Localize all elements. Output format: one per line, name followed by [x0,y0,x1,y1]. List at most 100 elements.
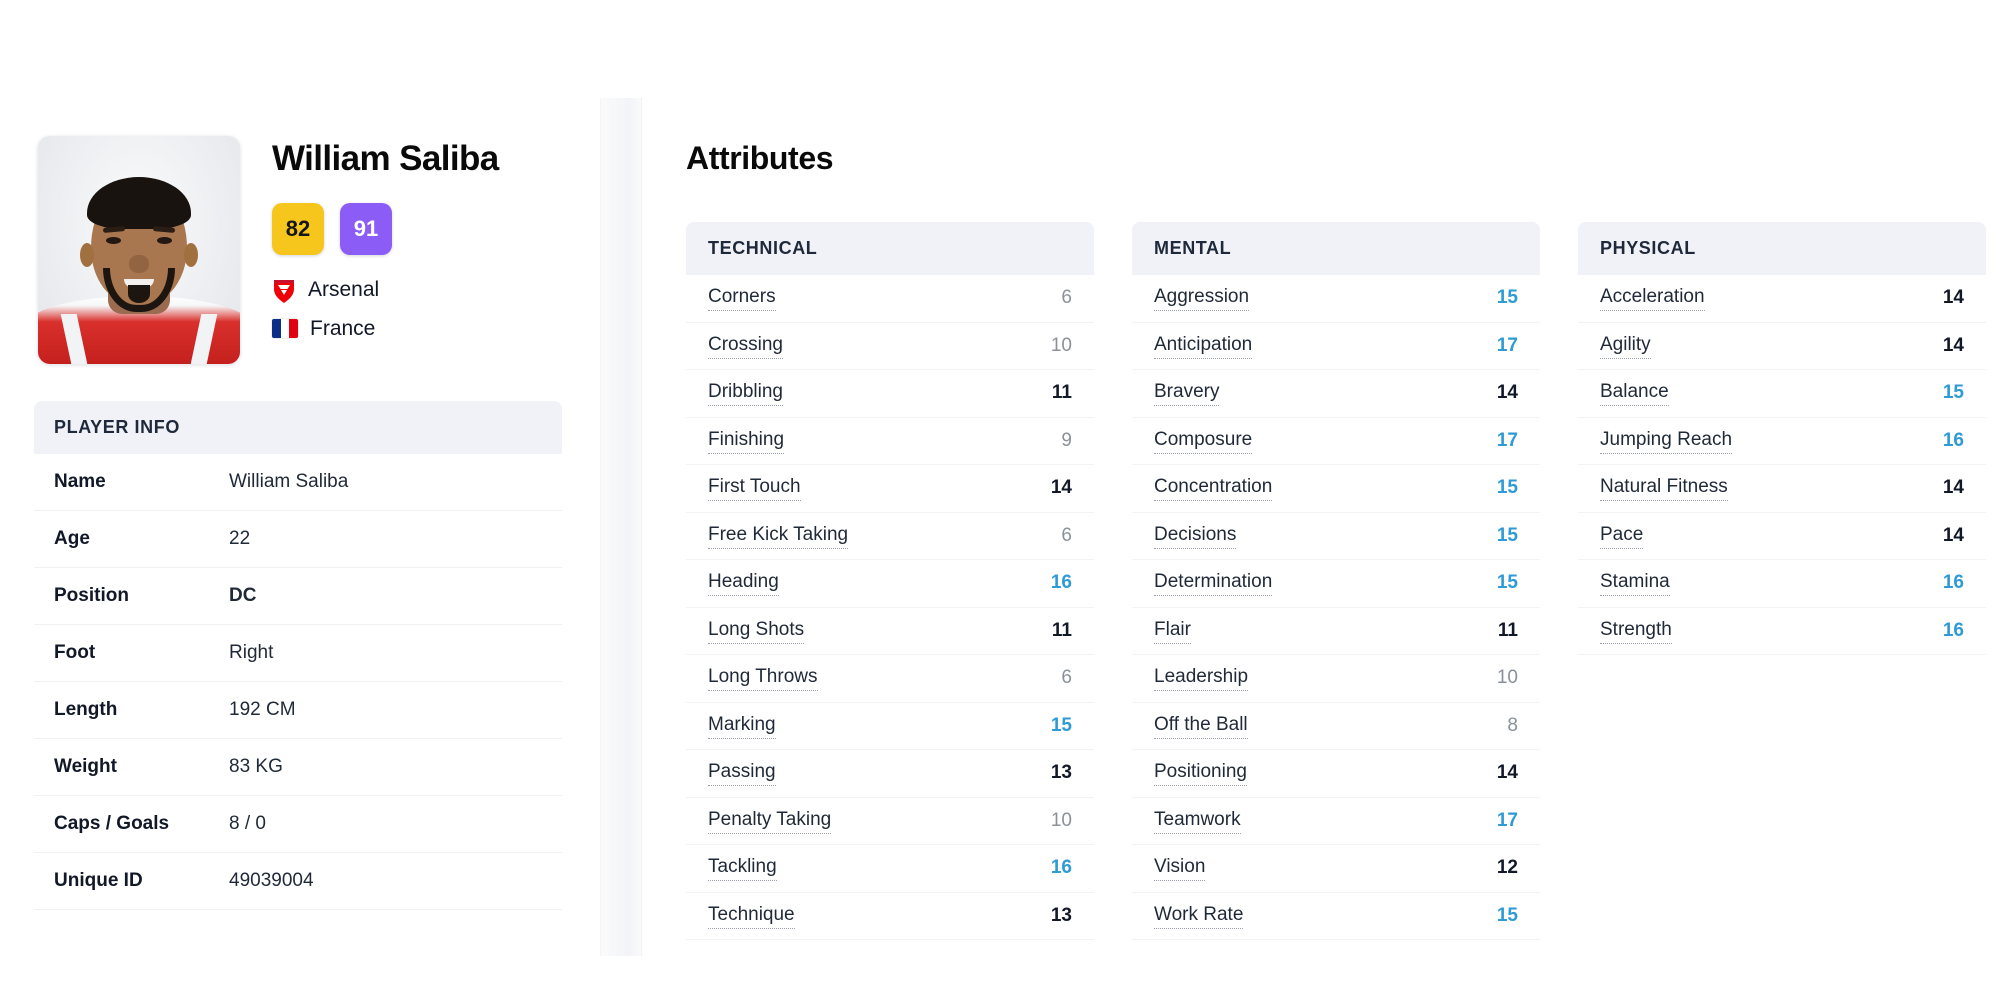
player-portrait [38,136,240,364]
attribute-row: Passing 13 [686,750,1094,798]
attribute-row: Long Throws 6 [686,655,1094,703]
current-ability-badge: 82 [272,202,324,255]
attribute-row: Crossing 10 [686,323,1094,370]
player-info-row: Caps / Goals 8 / 0 [34,796,562,853]
attribute-row: Composure 17 [1132,418,1540,465]
attribute-name[interactable]: Acceleration [1600,285,1705,312]
attribute-name[interactable]: Finishing [708,428,785,454]
attribute-name[interactable]: Pace [1600,523,1644,549]
player-name: William Saliba [272,139,499,178]
attribute-row: Stamina 16 [1578,560,1986,608]
attribute-name[interactable]: Teamwork [1154,808,1241,834]
player-info-row: Length 192 CM [34,682,562,739]
attribute-row: Off the Ball 8 [1132,703,1540,750]
attribute-name[interactable]: Flair [1154,618,1191,644]
player-info-label: Weight [54,756,117,777]
potential-ability-badge: 91 [340,202,392,255]
attribute-name[interactable]: Penalty Taking [708,808,832,834]
attribute-row: Aggression 15 [1132,275,1540,323]
attribute-value: 14 [1050,477,1072,499]
player-profile-page: William Saliba 82 91 Arsenal France PLAY… [0,0,2000,1000]
attributes-panel: Attributes TECHNICAL Corners 6 Crossing 10 Dr… [642,0,2000,1000]
arsenal-crest-icon [274,279,294,303]
attribute-name[interactable]: Stamina [1600,570,1670,597]
attribute-column-mental: MENTAL Aggression 15 Anticipation 17 Bravery 1… [1132,222,1540,940]
attribute-name[interactable]: First Touch [708,475,801,502]
attribute-name[interactable]: Composure [1154,428,1253,454]
player-info-value: 22 [229,528,251,549]
france-flag-icon [272,319,298,338]
player-info-label: Position [54,585,129,606]
attribute-value: 14 [1942,287,1964,309]
attribute-value: 12 [1496,857,1518,879]
attribute-name[interactable]: Bravery [1154,380,1220,407]
attribute-row: Jumping Reach 16 [1578,418,1986,465]
player-info-value: William Saliba [229,471,349,492]
attribute-column-header: PHYSICAL [1578,222,1986,275]
attribute-name[interactable]: Vision [1154,855,1206,882]
attribute-value: 16 [1050,857,1072,879]
attribute-row: Tackling 16 [686,845,1094,893]
attribute-row: Technique 13 [686,893,1094,940]
attribute-name[interactable]: Technique [708,903,795,929]
attribute-column-physical: PHYSICAL Acceleration 14 Agility 14 Balance 15… [1578,222,1986,940]
attribute-name[interactable]: Marking [708,713,776,739]
attribute-name[interactable]: Heading [708,570,779,597]
attribute-name[interactable]: Positioning [1154,760,1247,787]
attributes-grid: TECHNICAL Corners 6 Crossing 10 Dribbling 11 Fi… [686,222,1986,940]
attribute-value: 10 [1496,667,1518,689]
attribute-row: Anticipation 17 [1132,323,1540,370]
player-info-value: DC [229,585,257,606]
attribute-row: Concentration 15 [1132,465,1540,513]
attribute-name[interactable]: Long Shots [708,618,805,644]
attribute-value: 17 [1496,429,1518,451]
attribute-name[interactable]: Off the Ball [1154,713,1248,739]
attribute-name[interactable]: Strength [1600,618,1672,644]
player-info-rows: Name William Saliba Age 22 Position DC Foot Rig… [34,454,562,910]
attribute-value: 14 [1942,334,1964,356]
attribute-name[interactable]: Anticipation [1154,333,1253,359]
attribute-value: 6 [1061,524,1072,546]
attribute-name[interactable]: Aggression [1154,285,1250,312]
attribute-value: 15 [1496,524,1518,546]
attribute-value: 9 [1061,429,1072,451]
player-info-value: 8 / 0 [229,813,266,834]
ability-badges: 82 91 [272,202,499,255]
player-info-label: Length [54,699,118,720]
affiliations: Arsenal France [272,277,499,341]
attribute-name[interactable]: Corners [708,285,776,312]
player-summary-panel: William Saliba 82 91 Arsenal France PLAY… [0,0,600,1000]
attribute-name[interactable]: Agility [1600,333,1651,359]
player-info-header: PLAYER INFO [34,401,562,454]
attribute-value: 16 [1942,572,1964,594]
attribute-name[interactable]: Crossing [708,333,783,359]
attribute-name[interactable]: Tackling [708,855,777,882]
player-info-row: Name William Saliba [34,454,562,511]
nation-row: France [272,317,499,341]
attribute-row: Flair 11 [1132,608,1540,655]
attributes-title: Attributes [686,140,834,176]
attribute-name[interactable]: Leadership [1154,665,1249,692]
attribute-row: Long Shots 11 [686,608,1094,655]
attribute-name[interactable]: Concentration [1154,475,1273,502]
attribute-name[interactable]: Passing [708,760,776,787]
attribute-value: 16 [1050,572,1072,594]
attribute-row: Decisions 15 [1132,513,1540,560]
player-meta: William Saliba 82 91 Arsenal France [272,136,499,341]
attribute-name[interactable]: Balance [1600,380,1669,407]
attribute-name[interactable]: Long Throws [708,665,818,692]
attribute-name[interactable]: Jumping Reach [1600,428,1733,454]
player-info-value: 192 CM [229,699,296,720]
attribute-name[interactable]: Free Kick Taking [708,523,849,549]
player-info-card: PLAYER INFO Name William Saliba Age 22 Posit… [34,401,562,910]
attribute-name[interactable]: Decisions [1154,523,1237,549]
attribute-value: 15 [1496,287,1518,309]
attribute-row: Heading 16 [686,560,1094,608]
club-row: Arsenal [272,277,499,303]
attribute-name[interactable]: Determination [1154,570,1273,597]
attribute-name[interactable]: Work Rate [1154,903,1244,929]
attribute-name[interactable]: Natural Fitness [1600,475,1728,502]
attribute-value: 8 [1507,714,1518,736]
player-info-value: Right [229,642,274,663]
attribute-name[interactable]: Dribbling [708,380,783,407]
